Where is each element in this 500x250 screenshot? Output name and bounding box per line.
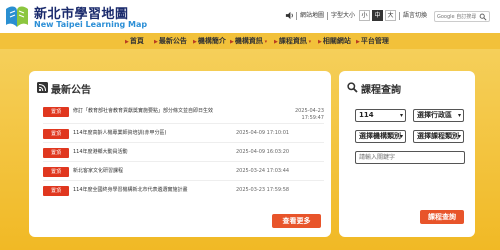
nav-marker-icon: ▶ [193,39,197,45]
font-size-label: 字型大小 [331,12,356,19]
site-search-input[interactable] [437,13,479,21]
chevron-down-icon: ▾ [457,112,461,119]
nav-home[interactable]: ▶首頁 [125,36,144,47]
course-query-button[interactable]: 課程查詢 [420,210,464,224]
news-item[interactable]: 置頂 114年度高齡人機專業師資培訓(赤甲分區) 2025-04-09 17:1… [43,129,324,141]
nav-about[interactable]: ▶機構簡介 [193,36,226,47]
nav-news[interactable]: ▶最新公告 [154,36,187,47]
pinned-badge: 置頂 [43,129,69,139]
year-select-value: 114 [359,111,374,119]
district-select-value: 選擇行政區 [417,111,452,119]
brand-name-en: New Taipei Learning Map [34,20,148,29]
nav-marker-icon: ▶ [125,39,129,45]
divider [43,180,324,181]
news-item-date: 2025-04-23 17:59:47 [294,108,324,121]
news-title: 最新公告 [51,85,91,96]
news-item-date: 2025-03-24 17:03:44 [236,168,290,174]
font-size-large-button[interactable]: 大 [385,10,396,21]
divider [43,142,324,143]
pinned-badge: 置頂 [43,148,69,158]
sitemap-link[interactable]: 網站地圖 [300,11,324,21]
nav-label: 首頁 [129,37,144,45]
pinned-badge: 置頂 [43,186,69,196]
course-search-panel: 課程查詢 114▾ 選擇行政區▾ 選擇機構類別▾ 選擇課程類別▾ 課程查詢 [339,71,475,237]
nav-org-info[interactable]: ▶機構資訊 ▾ [230,36,268,47]
nav-label: 平台管理 [360,37,389,45]
chevron-down-icon: ▾ [306,39,312,45]
nav-related-sites[interactable]: ▶相關網站 [318,36,351,47]
chevron-down-icon: ▾ [457,133,461,140]
main-nav: ▶首頁 ▶最新公告 ▶機構簡介 ▶機構資訊 ▾ ▶課程資訊 ▾ ▶相關網站 ▶平… [0,33,500,49]
chevron-down-icon: ▾ [399,112,403,119]
nav-marker-icon: ▶ [230,39,234,45]
news-item[interactable]: 置頂 新北客家文化研習課程 2025-03-24 17:03:44 [43,167,324,179]
course-type-select[interactable]: 選擇課程類別 ▾ [413,130,464,143]
font-size-small-button[interactable]: 小 [359,10,370,21]
news-item-date: 2025-04-09 16:03:20 [236,149,290,155]
nav-course-info[interactable]: ▶課程資訊 ▾ [274,36,312,47]
org-type-select-value: 選擇機構類別 [359,132,401,140]
divider [327,12,328,20]
keyword-input[interactable] [359,153,459,162]
pinned-badge: 置頂 [43,107,69,117]
district-select[interactable]: 選擇行政區 ▾ [413,109,464,122]
divider [43,123,324,124]
nav-label: 機構簡介 [197,37,226,45]
search-icon [347,82,358,93]
nav-label: 機構資訊 [234,37,263,45]
course-search-title: 課程查詢 [361,85,401,96]
news-item-title[interactable]: 114年度高齡人機專業師資培訓(赤甲分區) [73,130,166,137]
language-switch[interactable]: 語言切換 [403,11,427,21]
speaker-icon[interactable] [285,11,294,20]
view-more-button[interactable]: 查看更多 [272,214,321,228]
news-item[interactable]: 置頂 114年度港鄉大動員活動 2025-04-09 16:03:20 [43,148,324,160]
chevron-down-icon: ▾ [262,39,268,45]
news-item-title[interactable]: 114年度港鄉大動員活動 [73,149,128,156]
nav-label: 最新公告 [158,37,187,45]
font-size-medium-button[interactable]: 中 [372,10,383,21]
news-item-title[interactable]: 修訂「教育部社會教育貢獻獎實施要點」部分條文並自即日生效 [73,108,233,115]
nav-marker-icon: ▶ [356,39,360,45]
nav-label: 相關網站 [322,37,351,45]
year-select[interactable]: 114 ▾ [355,109,406,122]
nav-platform-admin[interactable]: ▶平台管理 [356,36,389,47]
nav-label: 課程資訊 [278,37,307,45]
keyword-field[interactable] [355,151,465,164]
news-item-title[interactable]: 新北客家文化研習課程 [73,168,123,175]
pinned-badge: 置頂 [43,167,69,177]
nav-marker-icon: ▶ [318,39,322,45]
news-item[interactable]: 置頂 114年度全國終身學習機構新北市代表遴選實施計畫 2025-03-23 1… [43,186,324,198]
news-item-date: 2025-03-23 17:59:58 [236,187,290,193]
site-search[interactable] [434,11,490,22]
chevron-down-icon: ▾ [399,133,403,140]
news-item-date: 2025-04-09 17:10:01 [236,130,290,136]
divider [43,161,324,162]
course-type-select-value: 選擇課程類別 [417,132,459,140]
org-type-select[interactable]: 選擇機構類別 ▾ [355,130,406,143]
top-header: 新北市學習地圖 New Taipei Learning Map 網站地圖 字型大… [0,0,500,33]
news-panel: 最新公告 置頂 修訂「教育部社會教育貢獻獎實施要點」部分條文並自即日生效 202… [29,71,331,237]
divider [399,12,400,20]
search-icon[interactable] [479,13,487,21]
rss-icon [37,82,48,93]
logo-icon[interactable] [3,3,31,30]
news-item-title[interactable]: 114年度全國終身學習機構新北市代表遴選實施計畫 [73,187,188,194]
news-item[interactable]: 置頂 修訂「教育部社會教育貢獻獎實施要點」部分條文並自即日生效 2025-04-… [43,107,324,121]
nav-marker-icon: ▶ [274,39,278,45]
divider [296,12,297,20]
nav-marker-icon: ▶ [154,39,158,45]
